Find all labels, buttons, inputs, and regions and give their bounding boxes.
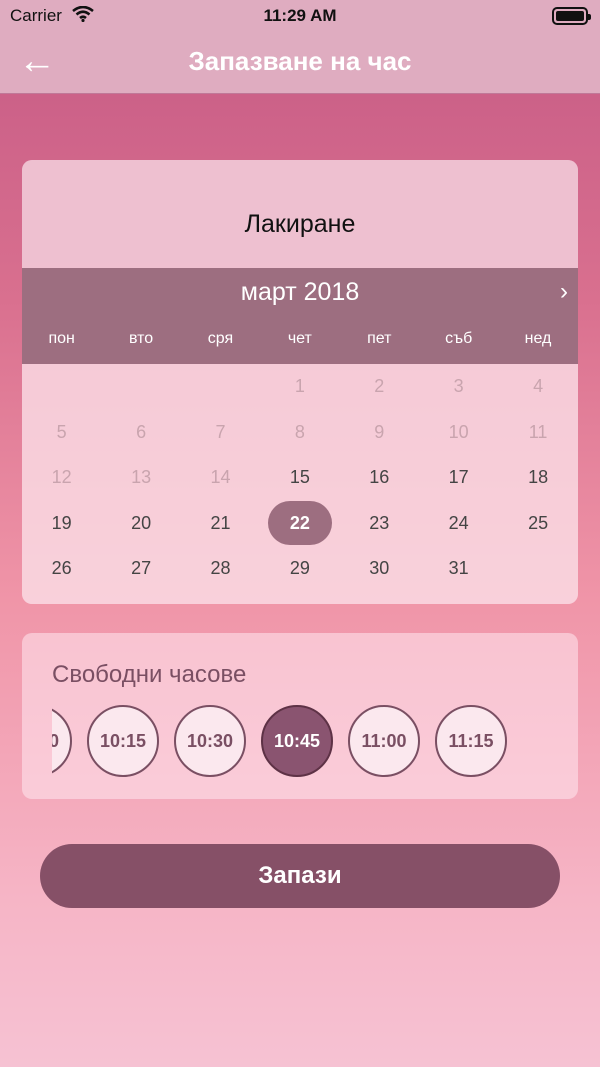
calendar-day[interactable]: 20 xyxy=(109,501,173,545)
selected-day[interactable]: 22 xyxy=(267,500,332,545)
weekday-label: сря xyxy=(207,330,234,347)
time-slot[interactable]: 10:30 xyxy=(174,705,246,777)
calendar-day[interactable]: 25 xyxy=(506,501,570,545)
navigation-bar: ← Запазване на час xyxy=(0,32,600,94)
times-card: Свободни часове 10:00 10:1510:3010:4511:0… xyxy=(22,633,578,799)
time-slot[interactable]: 11:00 xyxy=(348,705,420,777)
times-title: Свободни часове xyxy=(52,661,247,688)
time-slot[interactable]: 11:15 xyxy=(435,705,507,777)
calendar-day[interactable]: 27 xyxy=(109,546,173,590)
calendar-day[interactable]: 19 xyxy=(30,501,94,545)
calendar-day: 1 xyxy=(294,376,305,396)
calendar-day[interactable]: 24 xyxy=(427,501,491,545)
weekday-label: съб xyxy=(445,330,473,347)
calendar-day: 12 xyxy=(51,467,72,487)
time-slots-scroller[interactable]: 10:00 10:1510:3010:4511:0011:15 xyxy=(52,705,552,781)
weekday-label: чет xyxy=(287,330,312,347)
calendar-day[interactable]: 21 xyxy=(189,501,253,545)
calendar-day: 5 xyxy=(56,421,67,442)
calendar-day: 9 xyxy=(374,421,385,442)
book-button[interactable]: Запази xyxy=(40,844,560,908)
calendar-day: 11 xyxy=(528,421,548,442)
calendar-day: 4 xyxy=(533,376,544,396)
calendar-day: 6 xyxy=(136,421,147,442)
chevron-right-icon[interactable]: › xyxy=(560,278,568,306)
calendar-day[interactable]: 31 xyxy=(427,546,491,590)
calendar-day[interactable]: 15 xyxy=(268,455,332,499)
calendar-day[interactable]: 18 xyxy=(506,455,570,499)
calendar-day[interactable]: 29 xyxy=(268,546,332,590)
calendar-day[interactable]: 23 xyxy=(347,501,411,545)
calendar-day: 14 xyxy=(210,467,231,487)
time-slot[interactable]: 10:00 xyxy=(52,705,72,777)
calendar-day: 10 xyxy=(448,421,469,442)
calendar-card: Лакиране март 2018 › пон вто сря чет пет съб н… xyxy=(22,160,578,604)
battery-icon xyxy=(552,7,591,25)
selected-time-slot[interactable]: 10:45 xyxy=(261,705,333,777)
weekday-label: вто xyxy=(128,330,154,347)
weekday-row: пон вто сря чет пет съб нед xyxy=(22,330,578,348)
calendar-day: 8 xyxy=(294,421,305,442)
calendar-day: 7 xyxy=(215,421,226,442)
time-slot[interactable]: 10:15 xyxy=(87,705,159,777)
calendar-day[interactable]: 26 xyxy=(30,546,94,590)
weekday-label: нед xyxy=(524,330,552,347)
calendar-day[interactable]: 16 xyxy=(347,455,411,499)
days-grid: 1 2 3 4 5 6 7 8 9 10 11 12 13 14 15 16 17 18 19 20 21 22 23 24 2… xyxy=(22,364,578,604)
calendar-day: 13 xyxy=(131,467,152,487)
calendar-day: 2 xyxy=(374,376,385,396)
calendar-day[interactable]: 28 xyxy=(189,546,253,590)
calendar-day[interactable]: 17 xyxy=(427,455,491,499)
weekday-label: пон xyxy=(48,330,75,347)
status-bar: Carrier 11:29 AM xyxy=(0,0,600,32)
status-time: 11:29 AM xyxy=(263,6,337,25)
calendar-day: 3 xyxy=(453,376,464,396)
calendar-day[interactable]: 30 xyxy=(347,546,411,590)
month-title: март 2018 xyxy=(240,278,360,306)
month-header: март 2018 › пон вто сря чет пет съб нед xyxy=(22,268,578,364)
page-title: Запазване на час xyxy=(188,46,412,76)
service-name: Лакиране xyxy=(22,160,578,268)
weekday-label: пет xyxy=(367,330,392,347)
